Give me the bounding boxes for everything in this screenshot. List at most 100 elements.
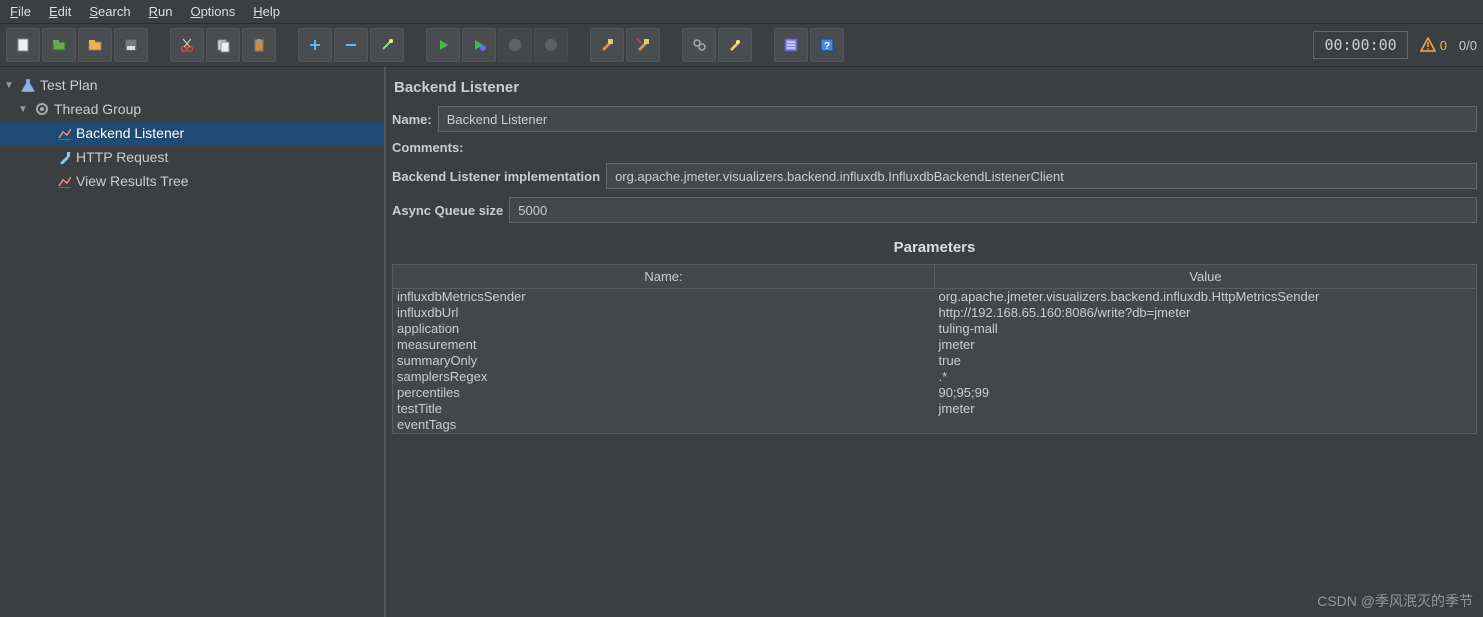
open-template-button[interactable]	[42, 28, 76, 62]
play-no-timer-icon	[471, 37, 487, 53]
collapse-icon[interactable]: ▼	[4, 80, 16, 91]
tree-thread-group[interactable]: ▼ Thread Group	[0, 97, 384, 121]
shutdown-button[interactable]	[534, 28, 568, 62]
tree-label: Test Plan	[40, 77, 98, 93]
save-icon	[123, 37, 139, 53]
tree-label: Backend Listener	[76, 125, 184, 141]
table-row[interactable]: applicationtuling-mall	[393, 321, 1476, 337]
table-row[interactable]: influxdbMetricsSenderorg.apache.jmeter.v…	[393, 289, 1476, 305]
param-value-cell[interactable]: jmeter	[935, 337, 1477, 353]
tree-item[interactable]: View Results Tree	[0, 169, 384, 193]
svg-text:?: ?	[824, 41, 830, 52]
thread-count: 0/0	[1459, 38, 1477, 53]
open-template-icon	[51, 37, 67, 53]
warning-count[interactable]: 0	[1420, 37, 1447, 53]
param-name-cell[interactable]: summaryOnly	[393, 353, 935, 369]
table-row[interactable]: samplersRegex.*	[393, 369, 1476, 385]
play-no-timer-button[interactable]	[462, 28, 496, 62]
paste-button[interactable]	[242, 28, 276, 62]
param-name-cell[interactable]: eventTags	[393, 417, 935, 433]
parameters-title: Parameters	[392, 231, 1477, 264]
save-button[interactable]	[114, 28, 148, 62]
function-helper-icon	[783, 37, 799, 53]
table-row[interactable]: measurementjmeter	[393, 337, 1476, 353]
new-button[interactable]	[6, 28, 40, 62]
table-row[interactable]: eventTags	[393, 417, 1476, 433]
menu-options[interactable]: Options	[190, 4, 235, 19]
wand-button[interactable]	[370, 28, 404, 62]
menu-file[interactable]: File	[10, 4, 31, 19]
copy-button[interactable]	[206, 28, 240, 62]
table-row[interactable]: summaryOnlytrue	[393, 353, 1476, 369]
name-input[interactable]	[438, 106, 1477, 132]
toolbar: ? 00:00:00 0 0/0	[0, 23, 1483, 67]
stop-button[interactable]	[498, 28, 532, 62]
clear-all-button[interactable]	[626, 28, 660, 62]
param-value-cell[interactable]: 90;95;99	[935, 385, 1477, 401]
param-value-cell[interactable]: http://192.168.65.160:8086/write?db=jmet…	[935, 305, 1477, 321]
tree-test-plan[interactable]: ▼ Test Plan	[0, 73, 384, 97]
param-name-cell[interactable]: testTitle	[393, 401, 935, 417]
param-value-cell[interactable]: jmeter	[935, 401, 1477, 417]
table-row[interactable]: percentiles90;95;99	[393, 385, 1476, 401]
param-value-cell[interactable]: tuling-mall	[935, 321, 1477, 337]
param-name-cell[interactable]: application	[393, 321, 935, 337]
menu-help[interactable]: Help	[253, 4, 280, 19]
queue-input[interactable]	[509, 197, 1477, 223]
collapse-icon[interactable]: ▼	[18, 104, 30, 115]
function-helper-button[interactable]	[774, 28, 808, 62]
param-name-cell[interactable]: measurement	[393, 337, 935, 353]
flask-icon	[20, 77, 36, 93]
param-name-cell[interactable]: percentiles	[393, 385, 935, 401]
copy-icon	[215, 37, 231, 53]
plus-button[interactable]	[298, 28, 332, 62]
clear-icon	[599, 37, 615, 53]
comments-label: Comments:	[392, 140, 464, 155]
param-name-cell[interactable]: influxdbUrl	[393, 305, 935, 321]
cut-icon	[179, 37, 195, 53]
help-button[interactable]: ?	[810, 28, 844, 62]
param-header-value[interactable]: Value	[935, 265, 1476, 288]
open-button[interactable]	[78, 28, 112, 62]
menu-edit[interactable]: Edit	[49, 4, 71, 19]
reset-search-icon	[727, 37, 743, 53]
param-value-cell[interactable]	[935, 417, 1477, 433]
table-row[interactable]: influxdbUrlhttp://192.168.65.160:8086/wr…	[393, 305, 1476, 321]
clear-all-icon	[635, 37, 651, 53]
pipette-icon	[56, 149, 72, 165]
menubar: File Edit Search Run Options Help	[0, 0, 1483, 23]
impl-select[interactable]	[606, 163, 1477, 189]
tree-panel: ▼ Test Plan ▼ Thread Group Backend Liste…	[0, 67, 386, 617]
minus-button[interactable]	[334, 28, 368, 62]
param-name-cell[interactable]: samplersRegex	[393, 369, 935, 385]
impl-label: Backend Listener implementation	[392, 169, 600, 184]
tree-item[interactable]: HTTP Request	[0, 145, 384, 169]
param-value-cell[interactable]: org.apache.jmeter.visualizers.backend.in…	[935, 289, 1477, 305]
timer-display: 00:00:00	[1313, 31, 1407, 59]
menu-search[interactable]: Search	[89, 4, 130, 19]
clear-button[interactable]	[590, 28, 624, 62]
tree-label: HTTP Request	[76, 149, 168, 165]
table-row[interactable]: testTitlejmeter	[393, 401, 1476, 417]
gear-icon	[34, 101, 50, 117]
paste-icon	[251, 37, 267, 53]
tree-label: View Results Tree	[76, 173, 189, 189]
play-icon	[435, 37, 451, 53]
tree-item[interactable]: Backend Listener	[0, 121, 384, 145]
main-area: ▼ Test Plan ▼ Thread Group Backend Liste…	[0, 67, 1483, 617]
help-icon: ?	[819, 37, 835, 53]
param-name-cell[interactable]: influxdbMetricsSender	[393, 289, 935, 305]
open-icon	[87, 37, 103, 53]
param-value-cell[interactable]: .*	[935, 369, 1477, 385]
menu-run[interactable]: Run	[149, 4, 173, 19]
reset-search-button[interactable]	[718, 28, 752, 62]
param-value-cell[interactable]: true	[935, 353, 1477, 369]
search-tree-button[interactable]	[682, 28, 716, 62]
shutdown-icon	[543, 37, 559, 53]
cut-button[interactable]	[170, 28, 204, 62]
new-icon	[15, 37, 31, 53]
play-button[interactable]	[426, 28, 460, 62]
search-tree-icon	[691, 37, 707, 53]
plus-icon	[307, 37, 323, 53]
param-header-name[interactable]: Name:	[393, 265, 935, 288]
